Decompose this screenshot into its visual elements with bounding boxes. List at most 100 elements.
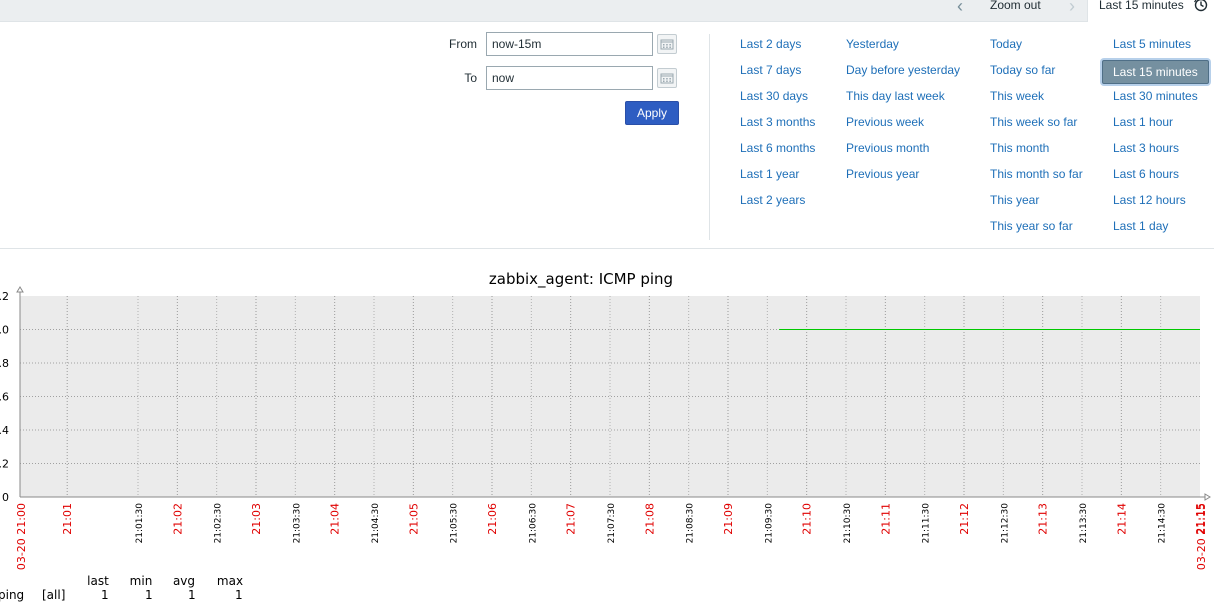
time-range-tab[interactable]: Last 15 minutes	[1087, 0, 1214, 23]
quick-range-link[interactable]: This week	[990, 86, 1083, 112]
y-tick-label: 0	[2, 491, 9, 504]
x-tick-label: 21:08	[643, 503, 656, 535]
x-axis-arrow	[1204, 493, 1211, 501]
quick-range-link[interactable]: This week so far	[990, 112, 1083, 138]
y-tick-label: .0	[0, 324, 9, 337]
quick-range-link[interactable]: Day before yesterday	[846, 60, 960, 86]
x-tick-label: 21:06:30	[528, 503, 538, 544]
legend-item-function: [all]	[42, 588, 66, 602]
x-tick-label: 21:09	[722, 503, 735, 535]
chevron-right-icon: ›	[1069, 0, 1075, 16]
y-tick-label: .8	[0, 357, 9, 370]
x-tick-label: 21:04:30	[371, 503, 381, 544]
x-tick-label: 21:05:30	[450, 503, 460, 544]
quick-range-link[interactable]: Last 6 hours	[1113, 164, 1209, 190]
quick-ranges-column-previous: Yesterday Day before yesterday This day la…	[846, 34, 960, 190]
to-input[interactable]	[486, 66, 653, 90]
x-tick-label: 21:12	[958, 503, 971, 535]
quick-range-link[interactable]: This year	[990, 190, 1083, 216]
x-tick-label: 21:05	[407, 503, 420, 535]
y-axis-arrow	[16, 286, 24, 293]
quick-range-link[interactable]: Last 30 minutes	[1113, 86, 1209, 112]
from-input[interactable]	[486, 32, 653, 56]
quick-range-link[interactable]: Last 3 hours	[1113, 138, 1209, 164]
legend-value-avg: 1	[188, 588, 196, 602]
quick-range-link[interactable]: Previous week	[846, 112, 960, 138]
legend-value-last: 1	[101, 588, 109, 602]
x-tick-label: 21:14	[1115, 503, 1128, 535]
x-tick-label: 21:01	[61, 503, 74, 535]
from-label: From	[449, 37, 477, 51]
graph-widget: zabbix_agent: ICMP ping .2.0.8.6.4.2003-…	[0, 258, 1214, 604]
quick-range-link[interactable]: This month	[990, 138, 1083, 164]
x-tick-label: 21:07	[565, 503, 578, 535]
quick-range-link[interactable]: Last 1 day	[1113, 216, 1209, 242]
clock-icon	[1194, 0, 1208, 12]
x-tick-label: 21:04	[329, 503, 342, 535]
quick-range-link[interactable]: Last 2 days	[740, 34, 815, 60]
legend-item-name: ping	[0, 588, 25, 602]
x-tick-label: 21:02	[171, 503, 184, 535]
y-tick-label: .2	[0, 290, 9, 303]
calendar-icon[interactable]	[657, 68, 677, 88]
quick-ranges-column-current: Today Today so far This week This week so f…	[990, 34, 1083, 242]
x-tick-label: 21:10	[801, 503, 814, 535]
quick-range-link[interactable]: Yesterday	[846, 34, 960, 60]
quick-range-link[interactable]: Last 15 minutes	[1102, 60, 1209, 84]
legend-header: last	[87, 574, 109, 588]
x-tick-label: 21:01:30	[135, 503, 145, 544]
to-label: To	[464, 71, 477, 85]
y-tick-label: .2	[0, 458, 9, 471]
x-tick-label: 21:02:30	[214, 503, 224, 544]
quick-range-link[interactable]: Today so far	[990, 60, 1083, 86]
x-tick-label: 21:11:30	[922, 503, 932, 544]
x-tick-label: 21:11	[879, 503, 892, 535]
quick-range-link[interactable]: This year so far	[990, 216, 1083, 242]
time-filter-panel: From To Apply Last 2 daysLast 7 daysLast…	[0, 22, 1214, 249]
quick-range-link[interactable]: This month so far	[990, 164, 1083, 190]
x-tick-label: 21:07:30	[607, 503, 617, 544]
quick-range-link[interactable]: Last 7 days	[740, 60, 815, 86]
legend-value-max: 1	[235, 588, 243, 602]
legend-header: max	[216, 574, 244, 588]
quick-range-link[interactable]: Last 1 year	[740, 164, 815, 190]
x-tick-label: 21:03	[250, 503, 263, 535]
quick-range-link[interactable]: Last 2 years	[740, 190, 815, 216]
legend-header: avg	[172, 574, 196, 588]
y-tick-label: .6	[0, 391, 9, 404]
x-tick-label: 21:09:30	[764, 503, 774, 544]
quick-range-link[interactable]: Last 5 minutes	[1113, 34, 1209, 60]
x-tick-label: 21:10:30	[843, 503, 853, 544]
x-tick-label: 03-20 21:00	[15, 503, 28, 570]
apply-button[interactable]: Apply	[625, 101, 679, 125]
x-tick-label: 21:14:30	[1158, 503, 1168, 544]
quick-range-link[interactable]: This day last week	[846, 86, 960, 112]
quick-ranges-column-days: Last 2 days Last 7 days Last 30 days Last 3…	[740, 34, 815, 216]
quick-range-link[interactable]: Previous year	[846, 164, 960, 190]
x-tick-label: 21:03:30	[292, 503, 302, 544]
x-tick-label: 21:13:30	[1079, 503, 1089, 544]
calendar-icon[interactable]	[657, 34, 677, 54]
x-tick-label: 21:13	[1037, 503, 1050, 535]
quick-range-link[interactable]: Previous month	[846, 138, 960, 164]
quick-range-link[interactable]: Last 1 hour	[1113, 112, 1209, 138]
zoom-out-button[interactable]: Zoom out	[990, 0, 1041, 12]
chevron-left-icon[interactable]: ‹	[950, 0, 970, 15]
quick-ranges-column-recent: Last 5 minutes Last 15 minutes Last 30 min…	[1102, 34, 1209, 242]
x-tick-label: 21:06	[486, 503, 499, 535]
x-tick-label: 03-20 21:15	[1195, 503, 1208, 570]
legend-header: min	[129, 574, 153, 588]
graph-canvas: .2 .0 .8 .6 .4 .2 0 03-20 21:00 21:01 21:01:30 21:…	[0, 286, 1211, 570]
panel-divider	[709, 34, 710, 240]
time-range-label: Last 15 minutes	[1099, 0, 1184, 12]
quick-range-link[interactable]: Last 3 months	[740, 112, 815, 138]
x-tick-label: 21:08:30	[686, 503, 696, 544]
x-tick-label: 21:12:30	[1000, 503, 1010, 544]
time-selector-bar: ‹ Zoom out › Last 15 minutes	[0, 0, 1214, 23]
y-tick-label: .4	[0, 424, 9, 437]
legend-value-min: 1	[145, 588, 153, 602]
quick-range-link[interactable]: Today	[990, 34, 1083, 60]
quick-range-link[interactable]: Last 12 hours	[1113, 190, 1209, 216]
quick-range-link[interactable]: Last 6 months	[740, 138, 815, 164]
quick-range-link[interactable]: Last 30 days	[740, 86, 815, 112]
